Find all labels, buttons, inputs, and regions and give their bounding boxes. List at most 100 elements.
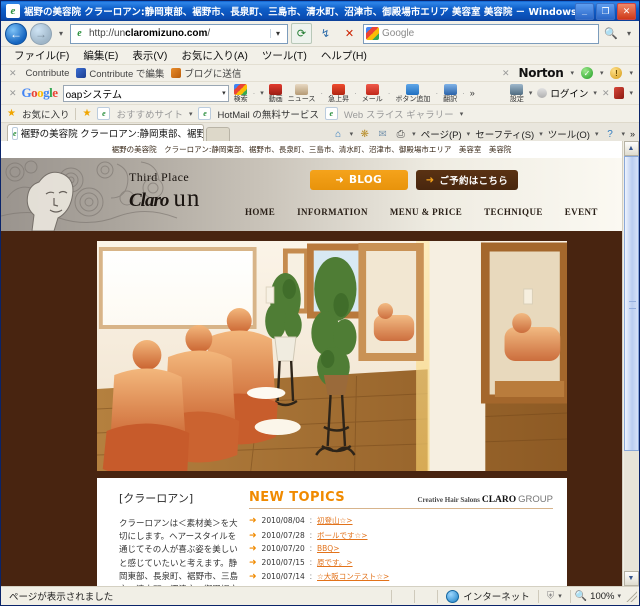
menu-item-help[interactable]: ヘルプ(H) bbox=[314, 47, 374, 64]
reservation-button[interactable]: ➜ ご予約はこちら bbox=[415, 170, 518, 190]
contribute-edit-button[interactable]: Contribute で編集 bbox=[76, 66, 164, 80]
recent-pages-caret[interactable]: ▾ bbox=[55, 29, 67, 38]
home-caret[interactable]: ▾ bbox=[350, 130, 354, 138]
suggested-sites-caret[interactable]: ▾ bbox=[189, 110, 193, 118]
contribute-label[interactable]: Contribute bbox=[26, 68, 70, 79]
protected-mode-caret[interactable]: ▾ bbox=[558, 592, 562, 600]
nav-menu-price[interactable]: MENU & PRICE bbox=[390, 207, 462, 217]
pdf-toolbar-close-icon[interactable]: ✕ bbox=[602, 88, 610, 99]
nav-event[interactable]: EVENT bbox=[565, 207, 598, 217]
help-icon[interactable]: ? bbox=[603, 128, 616, 141]
google-search-button[interactable]: 検索 bbox=[234, 83, 248, 103]
nav-information[interactable]: INFORMATION bbox=[297, 207, 368, 217]
search-go-icon[interactable]: 🔍 bbox=[602, 25, 620, 43]
google-add-button[interactable]: ボタン追加 bbox=[395, 83, 430, 103]
google-translate-button[interactable]: 翻訳 bbox=[443, 83, 457, 103]
maximize-button[interactable]: ❐ bbox=[596, 2, 615, 20]
google-search-more-caret[interactable]: ▾ bbox=[260, 89, 264, 97]
menu-item-favorites[interactable]: お気に入り(A) bbox=[174, 47, 255, 64]
safety-menu[interactable]: セーフティ(S) bbox=[475, 127, 534, 141]
compatibility-icon[interactable]: ↯ bbox=[315, 23, 336, 44]
help-caret[interactable]: ▾ bbox=[621, 130, 625, 138]
refresh-icon[interactable]: ⟳ bbox=[291, 23, 312, 44]
topic-link[interactable]: 初登山☆> bbox=[317, 515, 353, 526]
topic-link[interactable]: ボールです☆> bbox=[317, 530, 368, 541]
google-video-button[interactable]: 動画 bbox=[269, 83, 283, 103]
tools-menu[interactable]: ツール(O) bbox=[548, 127, 590, 141]
stop-icon[interactable]: ✕ bbox=[339, 23, 360, 44]
close-button[interactable]: ✕ bbox=[617, 2, 636, 20]
feeds-icon[interactable]: ❋ bbox=[358, 128, 371, 141]
google-trending-button[interactable]: 急上昇 bbox=[328, 83, 349, 103]
nav-technique[interactable]: TECHNIQUE bbox=[484, 207, 543, 217]
page-menu-caret[interactable]: ▾ bbox=[467, 130, 471, 138]
nav-home[interactable]: HOME bbox=[245, 207, 275, 217]
contribute-close-icon[interactable]: ✕ bbox=[9, 68, 19, 79]
list-item[interactable]: ➜ 2010/08/04 : 初登山☆> bbox=[249, 515, 553, 526]
google-search-caret[interactable]: ▾ bbox=[222, 89, 226, 97]
suggested-sites-label[interactable]: おすすめサイト bbox=[116, 107, 183, 121]
acrobat-caret[interactable]: ▾ bbox=[629, 89, 639, 97]
command-bar-overflow-icon[interactable]: » bbox=[630, 129, 635, 139]
tools-menu-caret[interactable]: ▾ bbox=[595, 130, 599, 138]
google-mail-button[interactable]: メール bbox=[362, 83, 383, 103]
search-input[interactable]: Google bbox=[363, 23, 599, 44]
settings-caret[interactable]: ▾ bbox=[529, 89, 533, 97]
zoom-control[interactable]: 🔍 100% ▾ bbox=[571, 591, 625, 602]
norton-caret[interactable]: ▾ bbox=[570, 69, 574, 77]
protected-mode[interactable]: ⛨ ▾ bbox=[539, 591, 570, 602]
menu-item-file[interactable]: ファイル(F) bbox=[7, 47, 76, 64]
topic-link[interactable]: BBQ> bbox=[317, 544, 339, 553]
google-toolbar-close-icon[interactable]: ✕ bbox=[9, 88, 17, 99]
list-item[interactable]: ➜ 2010/07/28 : ボールです☆> bbox=[249, 530, 553, 541]
home-icon[interactable]: ⌂ bbox=[332, 128, 345, 141]
webslice-label[interactable]: Web スライス ギャラリー bbox=[344, 107, 454, 121]
norton-ok-caret[interactable]: ▾ bbox=[600, 69, 604, 77]
google-overflow-icon[interactable]: » bbox=[470, 88, 475, 98]
norton-status-warn-icon[interactable]: ! bbox=[610, 67, 623, 79]
list-item[interactable]: ➜ 2010/07/20 : BBQ> bbox=[249, 544, 553, 554]
hotmail-label[interactable]: HotMail の無料サービス bbox=[217, 107, 318, 121]
norton-warn-caret[interactable]: ▾ bbox=[629, 69, 639, 77]
scroll-down-button[interactable]: ▼ bbox=[623, 571, 639, 586]
menu-item-tools[interactable]: ツール(T) bbox=[255, 47, 314, 64]
list-item[interactable]: ➜ 2010/07/14 : ☆大阪コンテスト☆> bbox=[249, 571, 553, 582]
back-button[interactable]: ← bbox=[5, 22, 27, 45]
new-tab-button[interactable] bbox=[206, 127, 230, 141]
acrobat-icon[interactable] bbox=[614, 87, 625, 99]
list-item[interactable]: ➜ 2010/07/15 : 原です。> bbox=[249, 557, 553, 568]
print-caret[interactable]: ▾ bbox=[412, 130, 416, 138]
blog-button[interactable]: ➜ BLOG bbox=[309, 170, 408, 190]
favorites-label[interactable]: お気に入り bbox=[22, 107, 70, 121]
blog-post-button[interactable]: ブログに送信 bbox=[171, 66, 241, 80]
minimize-button[interactable]: _ bbox=[575, 2, 594, 20]
site-logo[interactable]: Third Place Claro un bbox=[129, 170, 200, 211]
search-provider-caret[interactable]: ▾ bbox=[623, 29, 635, 38]
forward-button[interactable]: → bbox=[30, 22, 52, 45]
topic-link[interactable]: ☆大阪コンテスト☆> bbox=[317, 571, 389, 582]
address-input[interactable]: e http://unclaromizuno.com/ ▾ bbox=[70, 23, 288, 44]
scroll-thumb[interactable] bbox=[623, 156, 639, 451]
norton-status-ok-icon[interactable]: ✓ bbox=[580, 67, 593, 79]
vertical-scrollbar[interactable]: ▲ ▼ bbox=[622, 141, 639, 586]
google-login-button[interactable]: ログイン bbox=[537, 86, 588, 100]
mail-icon[interactable]: ✉ bbox=[376, 128, 389, 141]
security-zone[interactable]: インターネット bbox=[438, 589, 538, 603]
google-search-input[interactable]: oapシステム ▾ bbox=[62, 84, 229, 102]
login-caret[interactable]: ▾ bbox=[593, 89, 597, 97]
safety-menu-caret[interactable]: ▾ bbox=[539, 130, 543, 138]
webslice-caret[interactable]: ▾ bbox=[460, 110, 464, 118]
norton-close-icon[interactable]: ✕ bbox=[502, 68, 512, 79]
resize-grip[interactable] bbox=[625, 590, 637, 602]
google-news-button[interactable]: ニュース bbox=[288, 83, 315, 103]
print-icon[interactable]: ⎙ bbox=[394, 128, 407, 141]
page-menu[interactable]: ページ(P) bbox=[421, 127, 462, 141]
zoom-caret[interactable]: ▾ bbox=[617, 592, 621, 600]
scroll-track[interactable] bbox=[623, 156, 639, 571]
google-settings-button[interactable]: 設定 bbox=[510, 83, 524, 103]
address-dropdown-icon[interactable]: ▾ bbox=[270, 29, 285, 38]
scroll-up-button[interactable]: ▲ bbox=[623, 141, 639, 156]
tab-active[interactable]: e 裾野の美容院 クラーロアン:静岡東部、裾野市、長泉… bbox=[7, 124, 204, 141]
menu-item-view[interactable]: 表示(V) bbox=[125, 47, 174, 64]
topic-link[interactable]: 原です。> bbox=[317, 557, 353, 568]
